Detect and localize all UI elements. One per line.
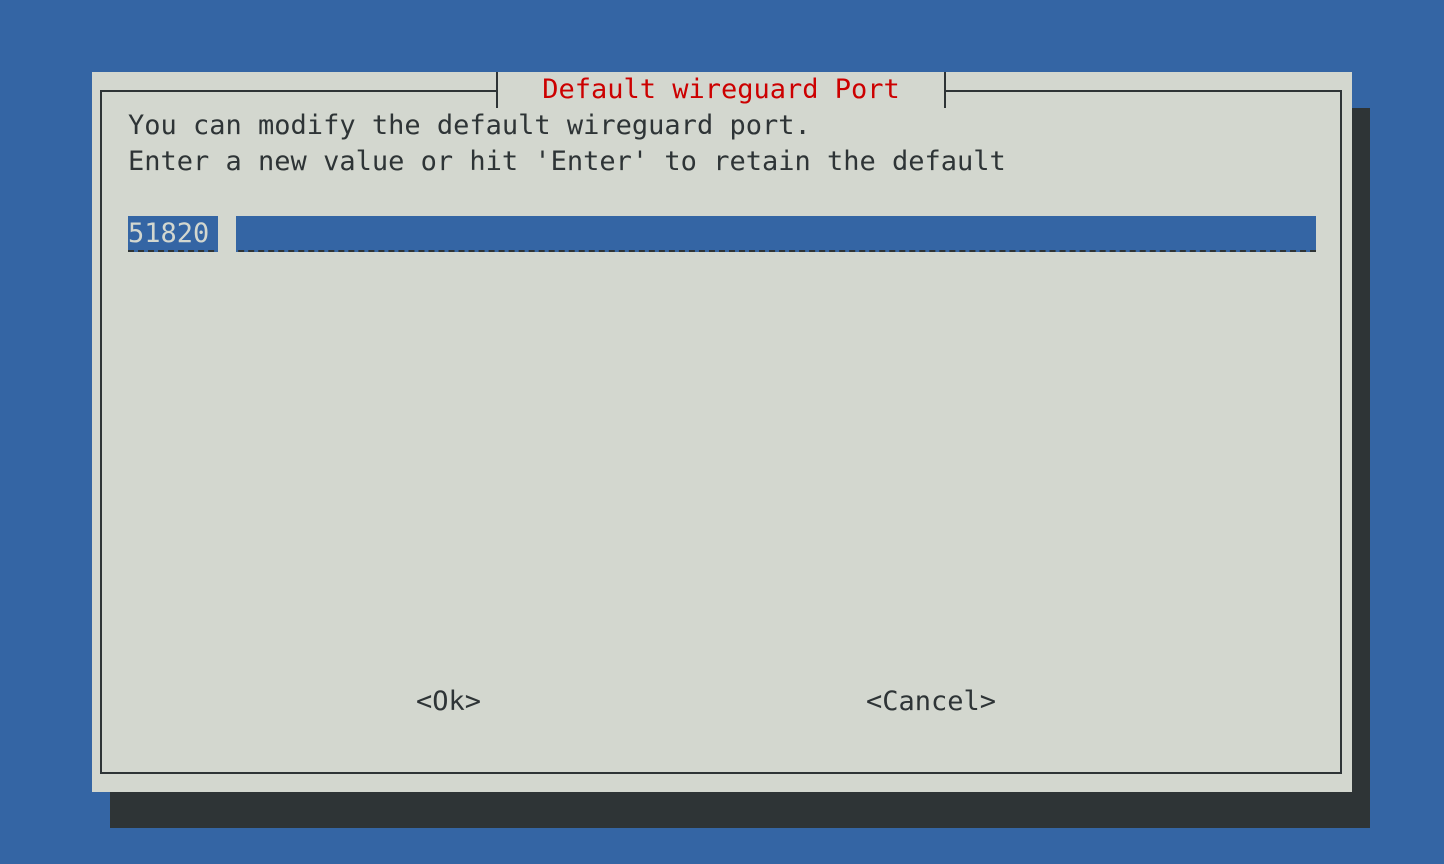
ok-button[interactable]: <Ok> [416, 684, 481, 720]
dialog-title: Default wireguard Port [496, 72, 946, 108]
cancel-button[interactable]: <Cancel> [866, 684, 996, 720]
message-line-1: You can modify the default wireguard por… [128, 110, 811, 141]
message-line-2: Enter a new value or hit 'Enter' to reta… [128, 146, 1006, 177]
text-cursor [218, 216, 236, 252]
port-input[interactable]: 51820 [128, 216, 1316, 252]
port-input-value: 51820 [128, 218, 210, 249]
dialog: Default wireguard Port You can modify th… [92, 72, 1352, 792]
dialog-frame [100, 90, 1342, 774]
